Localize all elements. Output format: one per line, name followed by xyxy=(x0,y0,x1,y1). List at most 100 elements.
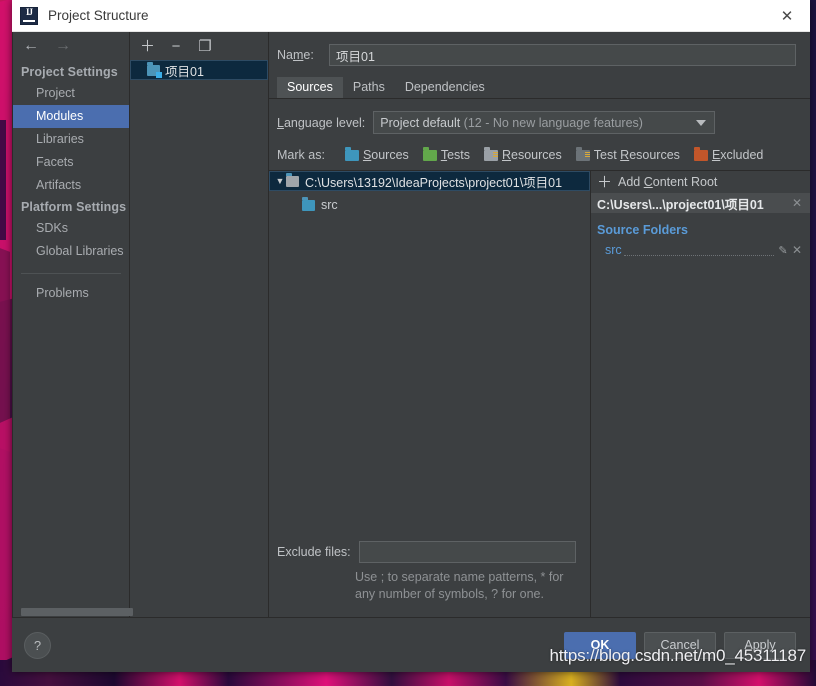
language-level-value-main: Project default xyxy=(380,115,464,130)
content-root-detail-panel: ＋ Add Content Root C:\Users\...\project0… xyxy=(591,171,810,617)
name-label: Name: xyxy=(277,48,314,62)
mark-as-tests-label: Tests xyxy=(440,148,470,162)
source-folders-title: Source Folders xyxy=(597,223,688,237)
help-button[interactable]: ? xyxy=(24,631,51,659)
remove-module-button[interactable]: − xyxy=(169,39,183,54)
content-split: ▼ C:\Users\13192\IdeaProjects\project01\… xyxy=(269,170,810,617)
module-name-row: Name: xyxy=(269,32,810,76)
nav-group-project-settings: Project Settings xyxy=(21,65,118,79)
edit-pencil-icon[interactable]: ✎ xyxy=(776,244,790,257)
dotted-leader xyxy=(623,244,774,256)
mark-as-excluded-label: Excluded xyxy=(711,148,764,162)
tab-dependencies[interactable]: Dependencies xyxy=(395,77,495,98)
forward-arrow-icon[interactable]: → xyxy=(55,38,71,54)
collapse-triangle-icon[interactable]: ▼ xyxy=(274,176,286,186)
apply-button[interactable]: Apply xyxy=(724,631,796,659)
mark-as-resources-button[interactable]: Resources xyxy=(484,146,562,162)
ok-button[interactable]: OK xyxy=(564,631,636,659)
tests-folder-icon xyxy=(422,146,437,161)
language-level-label: Language level: xyxy=(277,115,366,130)
content-root-entry-label: C:\Users\...\project01\项目01 xyxy=(597,197,764,212)
content-root-tree-row[interactable]: ▼ C:\Users\13192\IdeaProjects\project01\… xyxy=(269,171,590,191)
mark-as-test-resources-button[interactable]: Test Resources xyxy=(575,146,680,162)
sidebar-item-project[interactable]: Project xyxy=(13,82,129,105)
sidebar-divider xyxy=(21,273,121,274)
settings-sidebar: ← → Project Settings Project Modules Lib… xyxy=(13,32,133,617)
add-content-root-label: Add Content Root xyxy=(618,175,718,189)
wallpaper-shard xyxy=(0,120,6,240)
mark-as-sources-label: Sources xyxy=(362,148,409,162)
module-detail-panel: Name: Sources Paths Dependencies Languag… xyxy=(269,32,810,617)
tab-sources[interactable]: Sources xyxy=(277,77,343,98)
window-titlebar: Project Structure ✕ xyxy=(12,0,810,32)
window-title: Project Structure xyxy=(48,8,149,23)
modules-panel: ＋ − ❐ 项目01 xyxy=(130,32,269,617)
nav-group-platform-settings: Platform Settings xyxy=(21,200,127,214)
mark-as-tests-button[interactable]: Tests xyxy=(422,146,470,162)
excluded-folder-icon xyxy=(693,146,708,161)
resources-folder-icon xyxy=(484,146,498,161)
module-tabs: Sources Paths Dependencies xyxy=(269,76,810,99)
screen: Project Structure ✕ ← → Project Settings… xyxy=(0,0,816,686)
exclude-hint-line-2: any number of symbols, ? for one. xyxy=(355,587,544,601)
remove-content-root-icon[interactable]: ✕ xyxy=(790,196,804,210)
sidebar-item-libraries[interactable]: Libraries xyxy=(13,128,129,151)
module-folder-icon xyxy=(147,61,162,78)
sidebar-item-problems[interactable]: Problems xyxy=(13,282,129,305)
module-name-input[interactable] xyxy=(329,44,796,66)
source-folder-tree-row[interactable]: src xyxy=(269,195,590,215)
language-level-value: Project default (12 - No new language fe… xyxy=(380,116,643,130)
tab-paths[interactable]: Paths xyxy=(343,77,395,98)
sidebar-item-artifacts[interactable]: Artifacts xyxy=(13,174,129,197)
language-level-value-detail: (12 - No new language features) xyxy=(463,115,643,130)
remove-source-folder-icon[interactable]: ✕ xyxy=(790,243,804,257)
mark-as-excluded-button[interactable]: Excluded xyxy=(693,146,764,162)
exclude-files-hint: Use ; to separate name patterns, * for a… xyxy=(355,569,576,603)
close-icon[interactable]: ✕ xyxy=(764,0,810,31)
cancel-button[interactable]: Cancel xyxy=(644,631,716,659)
mark-as-label: Mark as: xyxy=(277,148,325,162)
plus-icon: ＋ xyxy=(597,173,613,191)
test-resources-folder-icon xyxy=(575,146,590,161)
module-label: 项目01 xyxy=(165,64,204,79)
exclude-files-label: Exclude files: xyxy=(277,545,351,559)
content-root-entry[interactable]: C:\Users\...\project01\项目01 ✕ xyxy=(591,193,810,213)
content-root-folder-icon xyxy=(286,172,299,187)
sidebar-horizontal-scrollbar[interactable] xyxy=(13,606,133,617)
mark-as-sources-button[interactable]: Sources xyxy=(344,146,409,162)
exclude-files-section: Exclude files: Use ; to separate name pa… xyxy=(269,541,590,617)
modules-toolbar: ＋ − ❐ xyxy=(130,32,268,60)
settings-nav-list: Project Settings Project Modules Librari… xyxy=(13,60,129,606)
back-arrow-icon[interactable]: ← xyxy=(23,38,39,54)
add-module-button[interactable]: ＋ xyxy=(140,39,155,54)
sources-folder-icon xyxy=(344,146,359,161)
language-level-select[interactable]: Project default (12 - No new language fe… xyxy=(373,111,716,134)
add-content-root-button[interactable]: ＋ Add Content Root xyxy=(591,171,810,193)
sidebar-item-sdks[interactable]: SDKs xyxy=(13,217,129,240)
sidebar-item-facets[interactable]: Facets xyxy=(13,151,129,174)
sidebar-item-global-libraries[interactable]: Global Libraries xyxy=(13,240,129,263)
sidebar-item-modules[interactable]: Modules xyxy=(13,105,129,128)
content-root-path-label: C:\Users\13192\IdeaProjects\project01\项目… xyxy=(305,175,563,190)
mark-as-resources-label: Resources xyxy=(502,148,562,162)
source-folder-entry-label: src xyxy=(605,243,622,257)
scrollbar-thumb[interactable] xyxy=(21,608,133,616)
source-folder-entry[interactable]: src ✎ ✕ xyxy=(591,241,810,259)
language-level-row: Language level: Project default (12 - No… xyxy=(269,99,810,144)
dialog-button-bar: ? OK Cancel Apply https://blog.csdn.net/… xyxy=(12,617,810,672)
copy-module-button[interactable]: ❐ xyxy=(198,39,212,54)
exclude-files-input[interactable] xyxy=(358,541,576,563)
mark-as-test-resources-label: Test Resources xyxy=(593,148,680,162)
content-roots-tree: ▼ C:\Users\13192\IdeaProjects\project01\… xyxy=(269,171,591,617)
exclude-files-row: Exclude files: xyxy=(277,541,576,563)
source-folder-icon xyxy=(302,196,315,211)
dialog-body: ← → Project Settings Project Modules Lib… xyxy=(12,32,810,617)
modules-tree: 项目01 xyxy=(130,60,268,617)
project-structure-dialog: Project Structure ✕ ← → Project Settings… xyxy=(12,0,810,672)
chevron-down-icon[interactable] xyxy=(696,119,707,126)
intellij-idea-icon xyxy=(20,6,38,25)
nav-arrows: ← → xyxy=(13,32,129,60)
module-tree-item[interactable]: 项目01 xyxy=(130,60,268,80)
mark-as-row: Mark as: Sources Tests Resources Test Re… xyxy=(269,144,810,170)
exclude-hint-line-1: Use ; to separate name patterns, * for xyxy=(355,570,564,584)
